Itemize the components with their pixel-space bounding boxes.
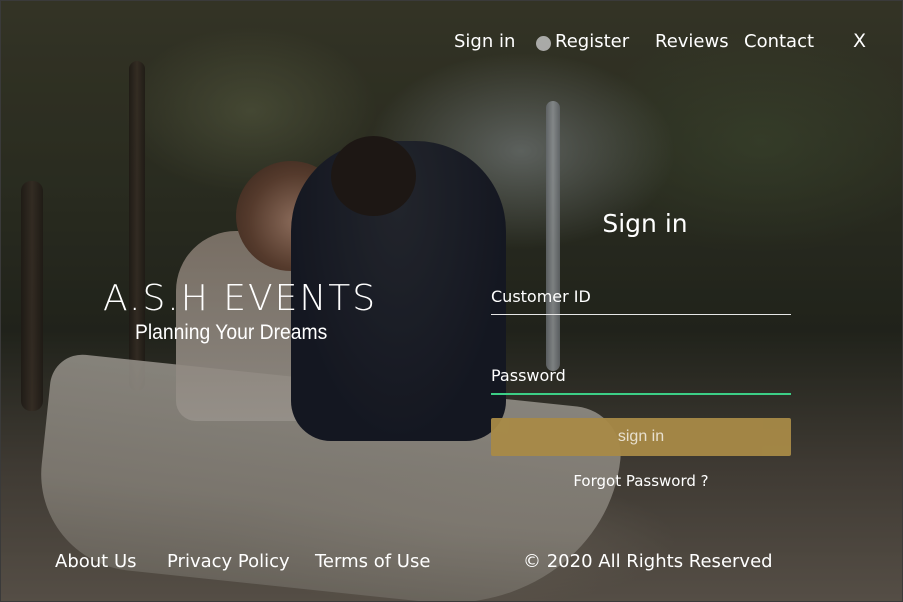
sign-in-form: Sign in sign in Forgot Password ?	[491, 209, 791, 490]
brand-title: A.S.H EVENTS	[103, 278, 378, 319]
form-title: Sign in	[602, 209, 688, 238]
nav-contact[interactable]: Contact	[744, 31, 814, 52]
nav-register[interactable]: Register	[555, 31, 629, 52]
footer-copyright: © 2020 All Rights Reserved	[523, 551, 773, 572]
customer-id-input[interactable]	[491, 287, 791, 306]
top-nav: Sign in Register Reviews Contact	[1, 31, 902, 57]
sign-in-button[interactable]: sign in	[491, 418, 791, 456]
footer-terms-of-use-link[interactable]: Terms of Use	[315, 551, 430, 572]
footer-about-us-link[interactable]: About Us	[55, 551, 137, 572]
nav-sign-in[interactable]: Sign in	[454, 31, 515, 52]
close-button[interactable]: X	[853, 30, 866, 52]
password-input[interactable]	[491, 366, 791, 385]
nav-reviews[interactable]: Reviews	[655, 31, 729, 52]
brand: A.S.H EVENTS Planning Your Dreams	[103, 279, 377, 345]
brand-tagline: Planning Your Dreams	[135, 321, 328, 344]
password-field-wrapper	[491, 357, 791, 395]
customer-id-field-wrapper	[491, 278, 791, 315]
footer-privacy-policy-link[interactable]: Privacy Policy	[167, 551, 290, 572]
cursor-dot-icon	[536, 36, 551, 51]
page-frame: Sign in Register Reviews Contact X A.S.H…	[0, 0, 903, 602]
forgot-password-link[interactable]: Forgot Password ?	[491, 472, 791, 490]
